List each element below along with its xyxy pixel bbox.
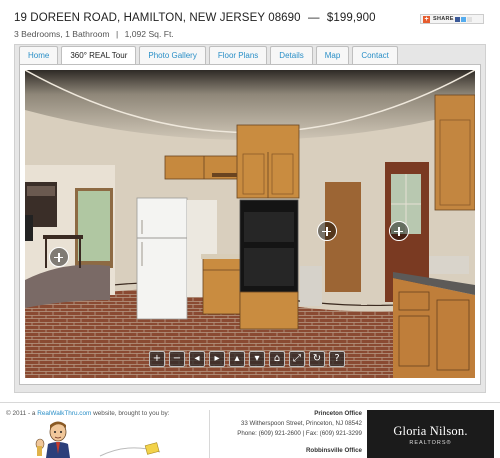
help-button[interactable]: ? [329,351,345,367]
tab-details[interactable]: Details [270,46,313,64]
copyright-prefix: © 2011 - a [6,410,38,417]
pan-up-button[interactable]: ▴ [229,351,245,367]
hotspot-navigate-living-room[interactable] [49,247,69,267]
tab-map[interactable]: Map [315,46,350,64]
brand-subtitle: REALTORS® [409,440,452,446]
fullscreen-button[interactable]: ⤢ [289,351,305,367]
hotspot-navigate-back-door[interactable] [389,221,409,241]
listing-price: $199,900 [326,12,376,24]
tab-home[interactable]: Home [19,46,59,64]
tab-photo-gallery[interactable]: Photo Gallery [139,46,206,64]
tab-contact[interactable]: Contact [352,46,398,64]
share-plus-icon: + [423,15,430,23]
pan-left-button[interactable]: ◂ [189,351,205,367]
hotspot-navigate-hallway[interactable] [317,221,337,241]
pan-down-button[interactable]: ▾ [249,351,265,367]
footer-divider [0,402,500,403]
footer-vertical-divider [209,410,210,458]
kitchen-panorama [25,70,475,378]
tab-bar: Home 360° REAL Tour Photo Gallery Floor … [19,46,398,65]
robbinsville-office-name: Robbinsville Office [305,447,362,454]
princeton-office-phone: Phone: (609) 921-2600 | Fax: (609) 921-3… [237,430,362,437]
princeton-office: Princeton Office 33 Witherspoon Street, … [237,410,362,437]
viewer-controls: + − ◂ ▸ ▴ ▾ ⌂ ⤢ ↻ ? [149,351,345,367]
tab-360-tour[interactable]: 360° REAL Tour [61,46,137,65]
share-label: SHARE [433,16,454,22]
email-icon[interactable] [466,16,472,22]
robbinsville-office: Robbinsville Office [306,447,362,454]
subtitle-separator: | [115,29,119,39]
tour-frame: Home 360° REAL Tour Photo Gallery Floor … [14,44,486,393]
key-stamp-illustration [99,442,161,457]
gloria-nilson-logo[interactable]: Gloria Nilson. REALTORS® [367,410,494,458]
title-dash: — [307,12,320,24]
share-button[interactable]: + SHARE [420,14,484,24]
brand-name: Gloria Nilson. [393,424,468,438]
copyright-suffix: website, brought to you by: [91,410,170,417]
footer-credit: © 2011 - a RealWalkThru.com website, bro… [6,410,170,417]
listing-address: 19 DOREEN ROAD, HAMILTON, NEW JERSEY 086… [14,12,301,24]
facebook-icon[interactable] [454,16,460,22]
listing-title: 19 DOREEN ROAD, HAMILTON, NEW JERSEY 086… [14,12,486,24]
princeton-office-name: Princeton Office [314,410,362,417]
listing-beds-baths: 3 Bedrooms, 1 Bathroom [14,29,110,39]
zoom-in-button[interactable]: + [149,351,165,367]
tour-panel: + − ◂ ▸ ▴ ▾ ⌂ ⤢ ↻ ? [19,64,481,385]
listing-subtitle: 3 Bedrooms, 1 Bathroom | 1,092 Sq. Ft. [14,29,486,39]
home-view-button[interactable]: ⌂ [269,351,285,367]
agent-cartoon-illustration [35,421,70,458]
realwalkthru-link[interactable]: RealWalkThru.com [37,410,91,417]
zoom-out-button[interactable]: − [169,351,185,367]
listing-sqft: 1,092 Sq. Ft. [124,29,174,39]
princeton-office-address: 33 Witherspoon Street, Princeton, NJ 085… [240,420,362,427]
autorotate-button[interactable]: ↻ [309,351,325,367]
pan-right-button[interactable]: ▸ [209,351,225,367]
tab-floor-plans[interactable]: Floor Plans [208,46,268,64]
twitter-icon[interactable] [460,16,466,22]
panorama-viewer[interactable]: + − ◂ ▸ ▴ ▾ ⌂ ⤢ ↻ ? [25,70,475,378]
listing-header: 19 DOREEN ROAD, HAMILTON, NEW JERSEY 086… [14,12,486,40]
